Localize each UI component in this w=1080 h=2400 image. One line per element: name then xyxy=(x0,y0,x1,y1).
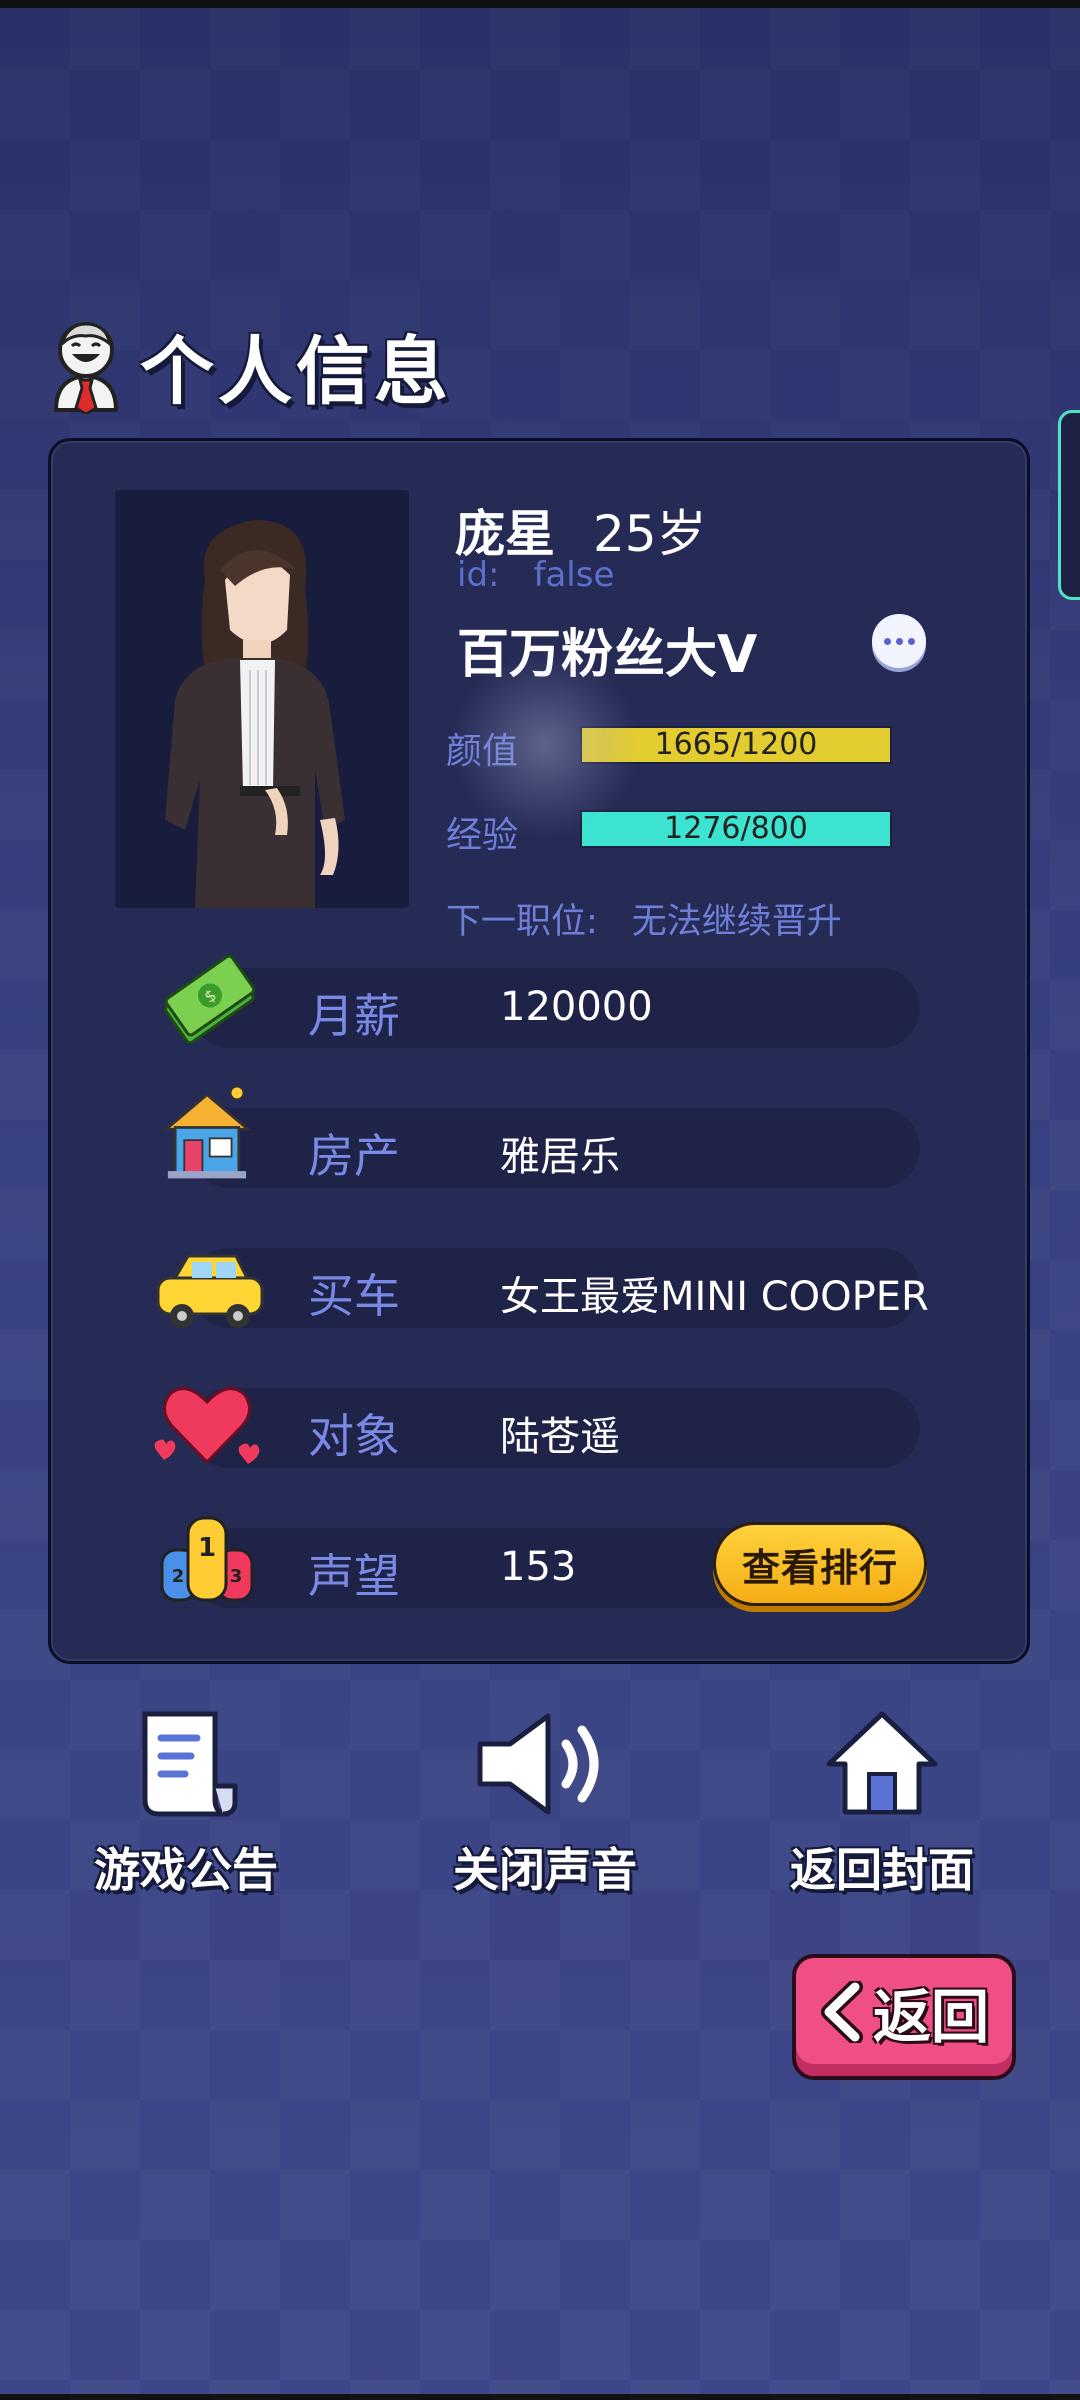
character-portrait xyxy=(115,490,409,908)
stat-bar-exp: 1276/800 xyxy=(580,810,892,848)
person-icon xyxy=(53,321,119,414)
row-label-reputation: 声望 xyxy=(308,1549,400,1603)
house-icon xyxy=(162,1085,252,1179)
status-bar xyxy=(0,0,1080,8)
stat-bar-text: 1276/800 xyxy=(664,811,808,846)
touch-highlight xyxy=(450,650,640,840)
svg-text:1: 1 xyxy=(198,1533,216,1563)
back-button-label: 返回 xyxy=(872,1983,989,2051)
game-notice-label: 游戏公告 xyxy=(94,1843,278,1897)
row-value-salary: 120000 xyxy=(500,984,653,1030)
return-cover-button[interactable]: 返回封面 xyxy=(772,1700,992,1900)
page-title: 个人信息 xyxy=(140,329,452,415)
row-label-property: 房产 xyxy=(308,1129,400,1183)
toggle-sound-button[interactable]: 关闭声音 xyxy=(435,1700,655,1900)
page-header: 个人信息 xyxy=(50,312,452,419)
next-position-value: 无法继续晋升 xyxy=(631,902,842,942)
row-value-partner: 陆苍遥 xyxy=(500,1414,620,1460)
return-cover-label: 返回封面 xyxy=(790,1843,974,1897)
player-id-row: id: false xyxy=(457,555,614,595)
player-id-label: id: xyxy=(457,555,500,595)
speaker-icon xyxy=(477,1713,599,1815)
svg-text:2: 2 xyxy=(172,1566,185,1587)
player-id-value: false xyxy=(533,555,615,595)
home-icon xyxy=(826,1711,938,1815)
game-notice-button[interactable]: 游戏公告 xyxy=(76,1700,296,1900)
row-label-salary: 月薪 xyxy=(308,989,400,1043)
character-illustration xyxy=(165,520,345,908)
chevron-left-icon xyxy=(820,1981,863,2043)
toggle-sound-label: 关闭声音 xyxy=(453,1843,637,1897)
row-value-car: 女王最爱MINI COOPER xyxy=(500,1274,929,1320)
row-label-car: 买车 xyxy=(308,1269,400,1323)
edge-side-tab[interactable] xyxy=(1058,410,1080,600)
next-position-label: 下一职位: xyxy=(446,902,598,942)
more-dots-icon xyxy=(883,637,891,645)
more-options-button[interactable] xyxy=(872,614,926,668)
podium-icon: 1 2 3 xyxy=(160,1516,254,1602)
row-label-partner: 对象 xyxy=(308,1409,400,1463)
row-value-property: 雅居乐 xyxy=(500,1134,620,1180)
nav-bar xyxy=(0,2394,1080,2400)
next-position-row: 下一职位: 无法继续晋升 xyxy=(446,893,842,944)
cash-icon: $ xyxy=(163,954,256,1045)
row-value-reputation: 153 xyxy=(500,1544,577,1590)
view-ranking-button[interactable]: 查看排行 xyxy=(713,1522,927,1606)
back-button[interactable]: 返回 xyxy=(792,1954,1016,2080)
car-icon xyxy=(156,1254,264,1328)
heart-icon xyxy=(154,1387,260,1465)
svg-text:3: 3 xyxy=(230,1566,243,1587)
notice-scroll-icon xyxy=(142,1711,238,1817)
